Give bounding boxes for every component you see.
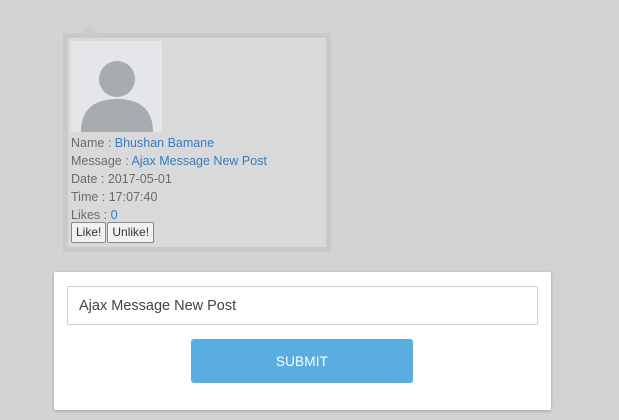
likes-label: Likes : <box>71 208 111 222</box>
post-time-row: Time : 17:07:40 <box>71 188 267 206</box>
post-card: Name : Bhushan Bamane Message : Ajax Mes… <box>63 24 331 252</box>
tooltip-pointer <box>81 24 99 33</box>
post-date-row: Date : 2017-05-01 <box>71 170 267 188</box>
page: Name : Bhushan Bamane Message : Ajax Mes… <box>0 0 619 420</box>
message-input[interactable] <box>67 286 538 325</box>
time-label: Time : <box>71 190 109 204</box>
avatar <box>71 41 162 132</box>
date-label: Date : <box>71 172 108 186</box>
message-label: Message : <box>71 154 132 168</box>
compose-panel: SUBMIT <box>54 272 551 410</box>
date-value: 2017-05-01 <box>107 172 172 186</box>
message-link[interactable]: Ajax Message New Post <box>131 154 266 168</box>
name-label: Name : <box>71 136 115 150</box>
like-button[interactable]: Like! <box>71 222 107 243</box>
post-name-row: Name : Bhushan Bamane <box>71 134 267 152</box>
post-info: Name : Bhushan Bamane Message : Ajax Mes… <box>71 134 267 224</box>
unlike-button[interactable]: Unlike! <box>107 222 155 243</box>
time-value: 17:07:40 <box>108 190 158 204</box>
submit-button[interactable]: SUBMIT <box>191 339 413 383</box>
like-buttons: Like! Unlike! <box>71 222 155 243</box>
author-name-link[interactable]: Bhushan Bamane <box>115 136 214 150</box>
likes-count[interactable]: 0 <box>111 208 118 222</box>
post-message-row: Message : Ajax Message New Post <box>71 152 267 170</box>
user-silhouette-icon <box>71 41 162 132</box>
